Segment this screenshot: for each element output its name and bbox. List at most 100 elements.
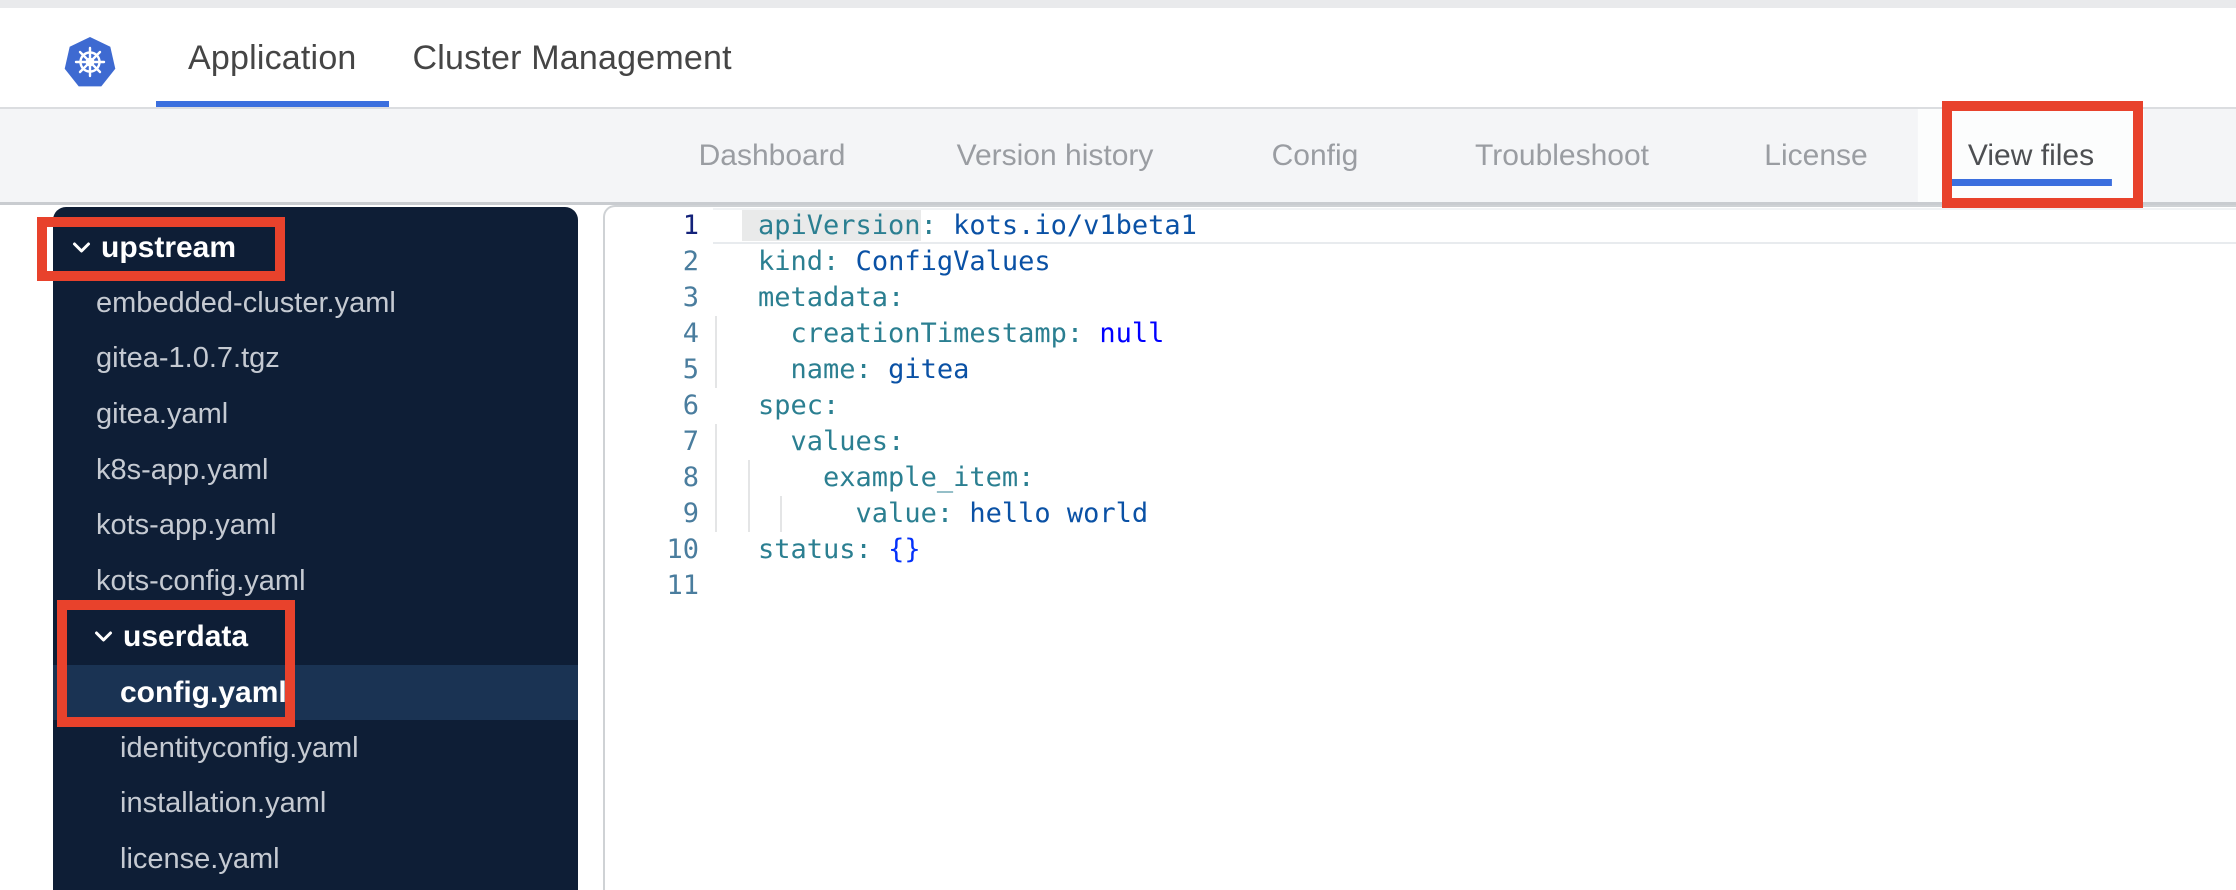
code-line-content: status: {} xyxy=(713,532,2236,568)
code-line: 7 values: xyxy=(605,424,2236,460)
code-line-content: name: gitea xyxy=(713,352,2236,388)
tree-file-gitea-yaml[interactable]: gitea.yaml xyxy=(53,387,578,443)
tree-folder-userdata[interactable]: userdata xyxy=(53,609,578,665)
token-punc: : xyxy=(1018,462,1035,493)
tree-item-label: identityconfig.yaml xyxy=(120,731,359,764)
tree-item-label: installation.yaml xyxy=(120,787,327,820)
tab-version-history[interactable]: Version history xyxy=(957,109,1154,202)
file-tree-sidebar: upstream embedded-cluster.yaml gitea-1.0.7… xyxy=(53,207,578,890)
tree-file-embedded-cluster-yaml[interactable]: embedded-cluster.yaml xyxy=(53,276,578,332)
code-line: 2 kind: ConfigValues xyxy=(605,244,2236,280)
line-number: 7 xyxy=(682,426,699,457)
line-number: 10 xyxy=(666,534,699,565)
code-line: 9 value: hello world xyxy=(605,496,2236,532)
line-number: 3 xyxy=(682,282,699,313)
tree-file-installation-yaml[interactable]: installation.yaml xyxy=(53,776,578,832)
tab-troubleshoot[interactable]: Troubleshoot xyxy=(1475,109,1649,202)
code-line-content: example_item: xyxy=(713,460,2236,496)
indent-guide xyxy=(715,496,717,532)
window-top-strip xyxy=(0,0,2236,8)
token-punc: : xyxy=(920,210,937,241)
tree-item-label: k8s-app.yaml xyxy=(96,453,269,486)
line-number: 4 xyxy=(682,318,699,349)
tree-file-kots-config-yaml[interactable]: kots-config.yaml xyxy=(53,554,578,610)
tree-file-identityconfig-yaml[interactable]: identityconfig.yaml xyxy=(53,720,578,776)
code-line-content: spec: xyxy=(713,388,2236,424)
tab-view-files[interactable]: View files xyxy=(1917,109,2145,202)
tab-config[interactable]: Config xyxy=(1272,109,1359,202)
yaml-editor[interactable]: 1 apiVersion: kots.io/v1beta1 2 kind: Confi… xyxy=(603,205,2236,890)
code-line: 3 metadata: xyxy=(605,280,2236,316)
code-line-content: value: hello world xyxy=(713,496,2236,532)
token-punc: : xyxy=(1066,318,1084,349)
indent-guide xyxy=(715,424,717,460)
tree-folder-upstream[interactable]: upstream xyxy=(53,220,578,276)
code-line-content: creationTimestamp: null xyxy=(713,316,2236,352)
token-key: status xyxy=(758,534,856,565)
line-number: 6 xyxy=(682,390,699,421)
code-line: 1 apiVersion: kots.io/v1beta1 xyxy=(605,208,2236,244)
token-punc: : xyxy=(855,354,872,385)
token-punc: : xyxy=(888,426,905,457)
code-line-content: values: xyxy=(713,424,2236,460)
kubernetes-logo-icon[interactable] xyxy=(64,36,116,90)
tree-file-k8s-app-yaml[interactable]: k8s-app.yaml xyxy=(53,442,578,498)
tab-dashboard[interactable]: Dashboard xyxy=(699,109,846,202)
code-line: 5 name: gitea xyxy=(605,352,2236,388)
token-string: kots.io/v1beta1 xyxy=(953,210,1197,241)
indent-guide xyxy=(747,496,750,532)
token-string: gitea xyxy=(888,354,970,385)
token-key: name xyxy=(790,354,856,385)
line-number: 11 xyxy=(666,570,699,601)
token-punc: : xyxy=(823,390,840,421)
token-string: hello world xyxy=(969,498,1149,529)
indent-guide xyxy=(715,352,717,388)
tree-file-kots-app-yaml[interactable]: kots-app.yaml xyxy=(53,498,578,554)
token-key: metadata xyxy=(758,282,889,313)
line-number: 8 xyxy=(682,462,699,493)
tree-file-gitea-1-0-7-tgz[interactable]: gitea-1.0.7.tgz xyxy=(53,331,578,387)
token-key: values xyxy=(790,426,889,457)
code-line-content: metadata: xyxy=(713,280,2236,316)
indent-guide xyxy=(747,460,750,496)
code-line: 6 spec: xyxy=(605,388,2236,424)
chevron-down-icon xyxy=(95,631,112,642)
token-string: ConfigValues xyxy=(855,246,1051,277)
code-line: 11 xyxy=(605,568,2236,604)
code-line: 4 creationTimestamp: null xyxy=(605,316,2236,352)
token-punc: : xyxy=(855,534,872,565)
code-line: 10 status: {} xyxy=(605,532,2236,568)
tree-item-label: embedded-cluster.yaml xyxy=(96,286,396,319)
tree-item-label: gitea.yaml xyxy=(96,398,229,431)
tree-file-config-yaml[interactable]: config.yaml xyxy=(53,664,578,721)
top-tab-cluster-management[interactable]: Cluster Management xyxy=(413,8,732,108)
tree-item-label: upstream xyxy=(101,230,237,264)
tree-item-label: license.yaml xyxy=(120,842,280,875)
code-line-content: apiVersion: kots.io/v1beta1 xyxy=(713,208,2236,244)
primary-tabs: Application Cluster Management xyxy=(156,8,732,108)
token-key: creationTimestamp xyxy=(790,318,1067,349)
tree-item-label: config.yaml xyxy=(120,675,287,709)
chevron-down-icon xyxy=(73,242,90,253)
tab-license[interactable]: License xyxy=(1764,109,1867,202)
code-line-content: kind: ConfigValues xyxy=(713,244,2236,280)
tree-file-license-yaml[interactable]: license.yaml xyxy=(53,832,578,888)
token-key: apiVersion xyxy=(758,210,921,241)
line-number: 1 xyxy=(682,210,699,241)
line-number: 9 xyxy=(682,498,699,529)
token-keyword: null xyxy=(1099,318,1165,349)
tree-item-label: kots-app.yaml xyxy=(96,509,277,542)
top-tab-application[interactable]: Application xyxy=(156,8,388,108)
token-punc: : xyxy=(936,498,954,529)
token-key: example_item xyxy=(823,462,1019,493)
token-punc: : xyxy=(888,282,905,313)
code-line: 8 example_item: xyxy=(605,460,2236,496)
